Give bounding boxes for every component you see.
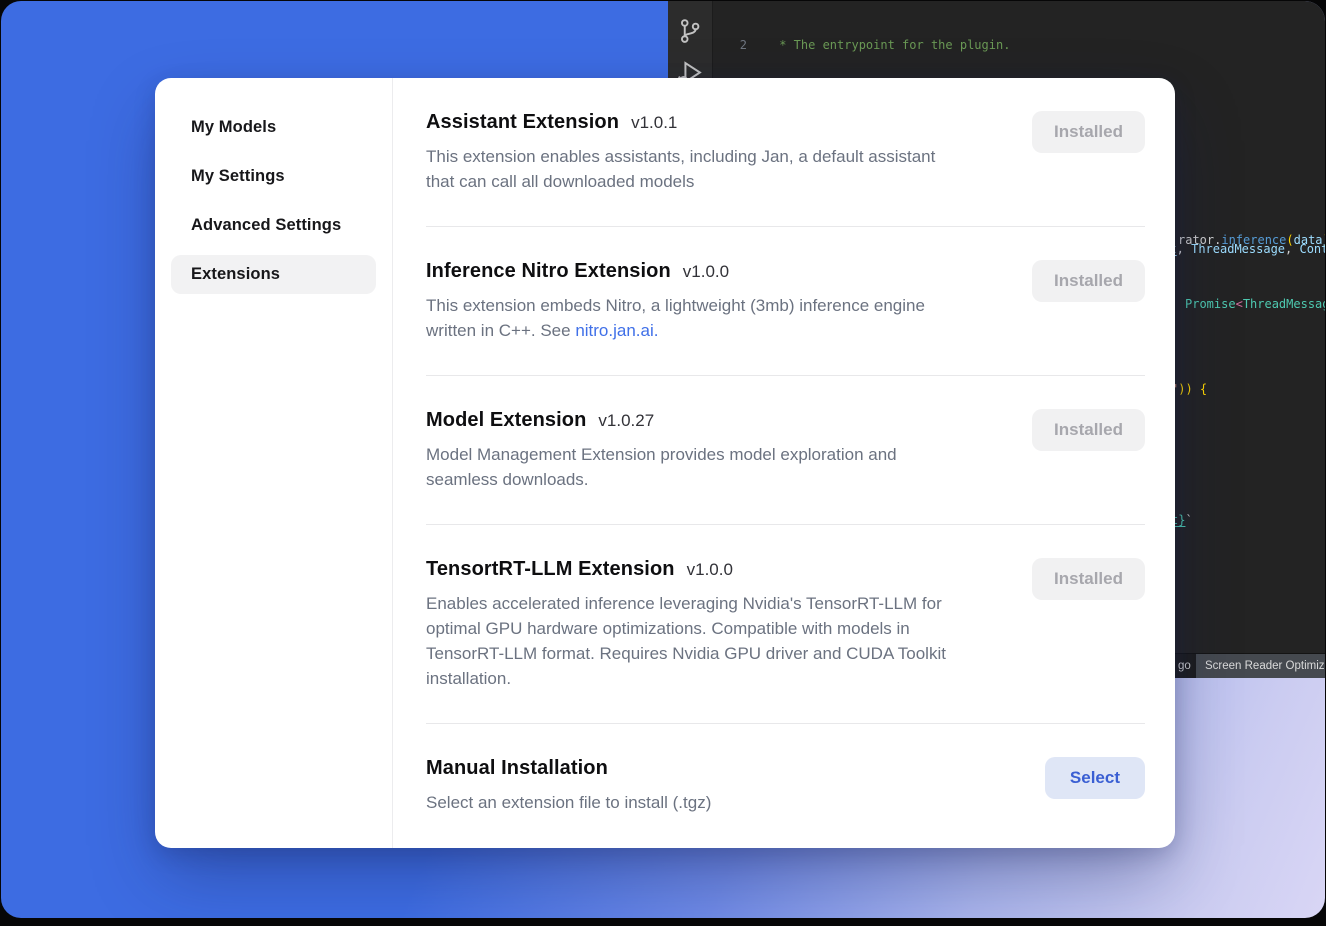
extension-header: TensortRT-LLM Extension v1.0.0 — [426, 558, 946, 581]
manual-installation-description: Select an extension file to install (.tg… — [426, 790, 711, 815]
extension-description: This extension enables assistants, inclu… — [426, 144, 935, 194]
select-file-button[interactable]: Select — [1045, 757, 1145, 799]
extension-header: Manual Installation — [426, 757, 711, 780]
sidebar-item-my-settings[interactable]: My Settings — [171, 157, 376, 196]
extension-description: Model Management Extension provides mode… — [426, 442, 897, 492]
extension-row-model: Model Extension v1.0.27 Model Management… — [426, 376, 1145, 525]
extension-description: This extension embeds Nitro, a lightweig… — [426, 293, 925, 343]
extension-info: TensortRT-LLM Extension v1.0.0 Enables a… — [426, 558, 946, 691]
code-text: * The entrypoint for the plugin. — [772, 37, 1010, 54]
extension-header: Assistant Extension v1.0.1 — [426, 111, 935, 134]
extension-version: v1.0.0 — [687, 560, 733, 580]
line-number: 2 — [713, 37, 747, 54]
sidebar-item-advanced-settings[interactable]: Advanced Settings — [171, 206, 376, 245]
status-text-fragment: go — [1178, 654, 1191, 678]
code-fragment: rator.inference(data)); — [1178, 232, 1325, 249]
manual-installation-row: Manual Installation Select an extension … — [426, 724, 1145, 847]
extension-header: Model Extension v1.0.27 — [426, 409, 897, 432]
extension-row-assistant: Assistant Extension v1.0.1 This extensio… — [426, 78, 1145, 227]
desktop-background: 2 * The entrypoint for the plugin. 3 */ … — [1, 1, 1325, 918]
extension-row-inference-nitro: Inference Nitro Extension v1.0.0 This ex… — [426, 227, 1145, 376]
settings-modal: My Models My Settings Advanced Settings … — [155, 78, 1175, 848]
extension-description: Enables accelerated inference leveraging… — [426, 591, 946, 691]
screen-reader-status-item[interactable]: Screen Reader Optimize — [1196, 654, 1325, 678]
installed-button[interactable]: Installed — [1032, 111, 1145, 153]
extension-name: Model Extension — [426, 409, 586, 432]
sidebar-item-extensions[interactable]: Extensions — [171, 255, 376, 294]
installed-button[interactable]: Installed — [1032, 558, 1145, 600]
installed-button[interactable]: Installed — [1032, 260, 1145, 302]
extension-info: Inference Nitro Extension v1.0.0 This ex… — [426, 260, 925, 343]
source-control-icon[interactable] — [676, 17, 704, 50]
nitro-jan-ai-link[interactable]: nitro.jan.ai. — [575, 321, 658, 340]
installed-button[interactable]: Installed — [1032, 409, 1145, 451]
extension-info: Manual Installation Select an extension … — [426, 757, 711, 815]
extension-row-tensorrt-llm: TensortRT-LLM Extension v1.0.0 Enables a… — [426, 525, 1145, 724]
extension-version: v1.0.27 — [598, 411, 654, 431]
extension-version: v1.0.1 — [631, 113, 677, 133]
manual-installation-title: Manual Installation — [426, 757, 608, 780]
extension-info: Assistant Extension v1.0.1 This extensio… — [426, 111, 935, 194]
extension-name: TensortRT-LLM Extension — [426, 558, 675, 581]
extensions-list: Assistant Extension v1.0.1 This extensio… — [393, 78, 1175, 848]
extension-name: Inference Nitro Extension — [426, 260, 671, 283]
extension-name: Assistant Extension — [426, 111, 619, 134]
code-line: 2 * The entrypoint for the plugin. — [713, 37, 1325, 54]
code-fragment: ")) { — [1171, 381, 1207, 398]
code-fragment: Promise<ThreadMessage> — [1185, 296, 1325, 313]
extension-info: Model Extension v1.0.27 Model Management… — [426, 409, 897, 492]
settings-sidebar: My Models My Settings Advanced Settings … — [155, 78, 393, 848]
extension-version: v1.0.0 — [683, 262, 729, 282]
description-text: This extension embeds Nitro, a lightweig… — [426, 296, 925, 340]
extension-header: Inference Nitro Extension v1.0.0 — [426, 260, 925, 283]
sidebar-item-my-models[interactable]: My Models — [171, 108, 376, 147]
